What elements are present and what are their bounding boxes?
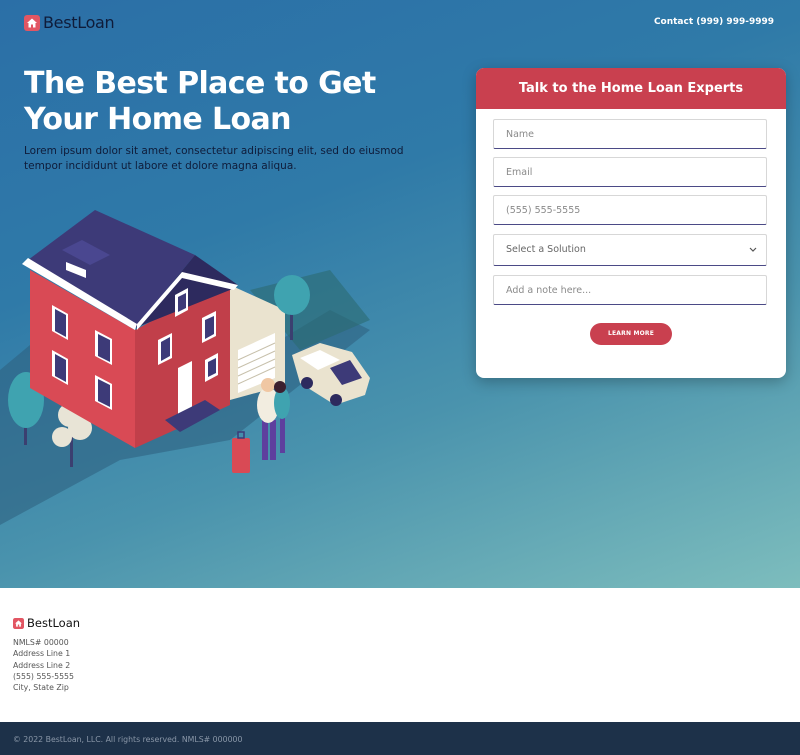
footer-city-state-zip: City, State Zip — [13, 683, 69, 693]
hero-headline: The Best Place to Get Your Home Loan — [24, 66, 376, 137]
footer-address-line-2: Address Line 2 — [13, 660, 71, 670]
brand-logo[interactable]: BestLoan — [24, 13, 115, 32]
house-illustration — [0, 210, 370, 525]
footer-brand-name: BestLoan — [27, 616, 81, 630]
footer-address: NMLS# 00000 Address Line 1 Address Line … — [13, 637, 74, 693]
solution-select-value: Select a Solution — [506, 244, 586, 255]
footer: BestLoan NMLS# 00000 Address Line 1 Addr… — [0, 588, 800, 722]
hero-subtext: Lorem ipsum dolor sit amet, consectetur … — [24, 145, 404, 172]
contact-phone-link[interactable]: Contact (999) 999-9999 — [654, 17, 774, 27]
note-field[interactable] — [493, 275, 767, 305]
learn-more-button[interactable]: LEARN MORE — [590, 323, 672, 345]
brand-name: BestLoan — [43, 13, 115, 32]
copyright-bar: © 2022 BestLoan, LLC. All rights reserve… — [0, 722, 800, 755]
name-field[interactable] — [493, 119, 767, 149]
phone-field[interactable] — [493, 195, 767, 225]
house-logo-icon — [24, 14, 40, 31]
footer-phone: (555) 555-5555 — [13, 671, 74, 681]
note-input[interactable] — [506, 276, 766, 304]
name-input[interactable] — [506, 120, 766, 148]
footer-logo[interactable]: BestLoan — [13, 616, 80, 630]
chevron-down-icon — [749, 247, 757, 252]
footer-address-line-1: Address Line 1 — [13, 649, 71, 659]
solution-select[interactable]: Select a Solution — [493, 234, 767, 266]
form-title: Talk to the Home Loan Experts — [476, 68, 786, 109]
email-field[interactable] — [493, 157, 767, 187]
hero-section: BestLoan Contact (999) 999-9999 The Best… — [0, 0, 800, 588]
phone-input[interactable] — [506, 196, 766, 224]
house-logo-icon — [13, 617, 24, 629]
footer-nmls: NMLS# 00000 — [13, 638, 69, 647]
lead-form-card: Talk to the Home Loan Experts Select a S… — [476, 68, 786, 378]
email-input[interactable] — [506, 158, 766, 186]
